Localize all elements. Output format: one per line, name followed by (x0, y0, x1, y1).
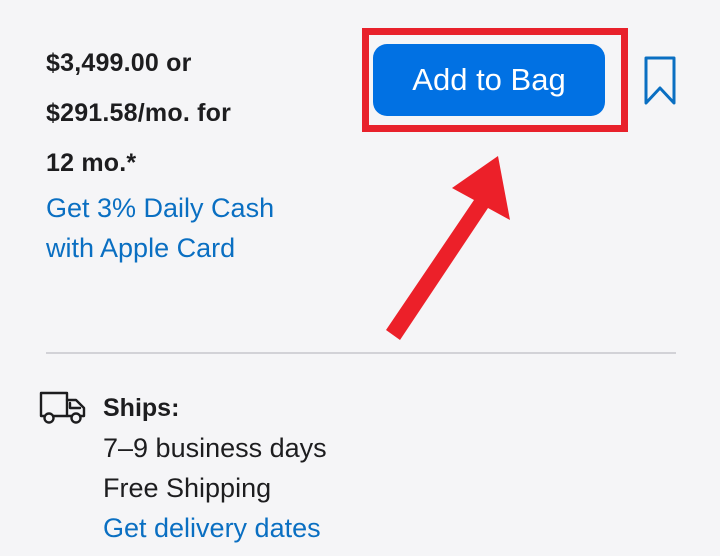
truck-icon (39, 391, 86, 424)
annotation-arrow-icon (386, 156, 510, 340)
ships-title: Ships: (103, 394, 180, 422)
delivery-dates-link[interactable]: Get delivery dates (103, 508, 327, 548)
add-to-bag-button[interactable]: Add to Bag (373, 44, 605, 116)
daily-cash-line-2[interactable]: with Apple Card (46, 228, 346, 268)
section-divider (46, 352, 676, 354)
price-line-3: 12 mo.* (46, 149, 137, 177)
daily-cash-line-1[interactable]: Get 3% Daily Cash (46, 188, 346, 228)
price-line-2: $291.58/mo. for (46, 99, 232, 127)
ships-cost: Free Shipping (103, 473, 272, 503)
price-line-1: $3,499.00 or (46, 49, 192, 77)
daily-cash-link[interactable]: Get 3% Daily Cash with Apple Card (46, 188, 346, 268)
bookmark-icon[interactable] (643, 55, 677, 107)
shipping-info: Ships: 7–9 business days Free Shipping G… (103, 388, 327, 548)
price-block: $3,499.00 or $291.58/mo. for 12 mo.* Get… (46, 38, 346, 268)
ships-timeframe: 7–9 business days (103, 433, 327, 463)
